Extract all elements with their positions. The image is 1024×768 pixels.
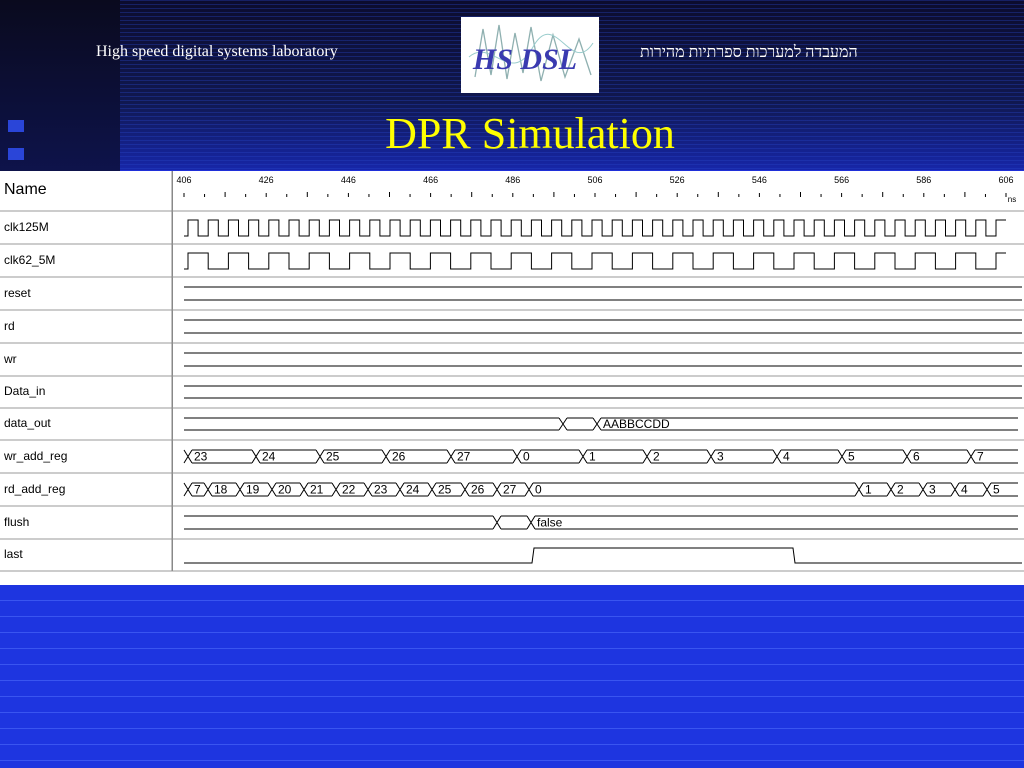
waveform-last (184, 547, 1022, 564)
bus-value-wr_add_reg: 26 (392, 450, 406, 464)
bus-rd_add_reg-transition (854, 482, 864, 497)
bus-rd_add_reg-transition (331, 482, 341, 497)
bus-data_out-transition (558, 417, 568, 431)
time-tick-label: 426 (259, 175, 274, 185)
bus-value-rd_add_reg: 7 (194, 483, 201, 497)
waveform-window: Name clk125M clk62_5M reset rd wr Data_in data_… (0, 171, 1024, 585)
bus-value-flush: false (537, 516, 563, 530)
bus-value-rd_add_reg: 26 (471, 483, 485, 497)
waveform-clk125m (184, 219, 1006, 237)
bus-rd_add_reg-transition (183, 482, 193, 497)
bus-wr_add_reg-transition (902, 449, 912, 464)
logo-text: HS DSL (472, 43, 577, 76)
time-unit-label: ns (1008, 195, 1016, 204)
bus-rd_add_reg-transition (395, 482, 405, 497)
bus-wr_add_reg-segment (715, 449, 773, 464)
waveform-clk62_5m (184, 252, 1006, 270)
bus-rd_add_reg-transition (918, 482, 928, 497)
bus-rd_add_reg-transition (235, 482, 245, 497)
footer-stripes (0, 585, 1024, 768)
bus-rd_add_reg-segment (533, 482, 855, 497)
bus-value-wr_add_reg: 7 (977, 450, 984, 464)
waveform-plot: 406 426 446 466 486 506 526 546 566 586 606nsAABBC… (0, 171, 1024, 572)
bus-value-rd_add_reg: 0 (535, 483, 542, 497)
bus-value-rd_add_reg: 22 (342, 483, 356, 497)
bus-wr_add_reg-transition (315, 449, 325, 464)
bus-wr_add_reg-transition (578, 449, 588, 464)
bus-value-rd_add_reg: 19 (246, 483, 260, 497)
bus-value-rd_add_reg: 20 (278, 483, 292, 497)
slide-title: DPR Simulation (385, 109, 675, 158)
bus-value-wr_add_reg: 0 (523, 450, 530, 464)
time-tick-label: 546 (752, 175, 767, 185)
bus-wr_add_reg-transition (381, 449, 391, 464)
bus-rd_add_reg-transition (886, 482, 896, 497)
bus-value-rd_add_reg: 24 (406, 483, 420, 497)
bus-wr_add_reg-transition (706, 449, 716, 464)
bus-value-rd_add_reg: 27 (503, 483, 517, 497)
bus-wr_add_reg-transition (446, 449, 456, 464)
bus-rd_add_reg-transition (203, 482, 213, 497)
bus-flush-segment (501, 515, 527, 530)
bus-value-data_out: AABBCCDD (603, 417, 670, 431)
bus-flush-segment (184, 515, 493, 530)
bus-value-rd_add_reg: 18 (214, 483, 228, 497)
bus-value-wr_add_reg: 23 (194, 450, 208, 464)
bus-value-wr_add_reg: 27 (457, 450, 471, 464)
time-tick-label: 526 (670, 175, 685, 185)
bus-rd_add_reg-transition (299, 482, 309, 497)
bus-wr_add_reg-transition (512, 449, 522, 464)
bus-rd_add_reg-transition (460, 482, 470, 497)
bus-wr_add_reg-transition (642, 449, 652, 464)
bus-wr_add_reg-transition (966, 449, 976, 464)
bus-value-rd_add_reg: 1 (865, 483, 872, 497)
bus-wr_add_reg-transition (837, 449, 847, 464)
bus-value-wr_add_reg: 6 (913, 450, 920, 464)
time-tick-label: 486 (505, 175, 520, 185)
bus-wr_add_reg-transition (772, 449, 782, 464)
bus-value-wr_add_reg: 25 (326, 450, 340, 464)
bus-value-rd_add_reg: 2 (897, 483, 904, 497)
bus-flush-transition (492, 515, 502, 530)
time-tick-label: 586 (916, 175, 931, 185)
bus-value-rd_add_reg: 4 (961, 483, 968, 497)
bus-value-wr_add_reg: 3 (717, 450, 724, 464)
time-tick-label: 446 (341, 175, 356, 185)
bus-flush-transition (526, 515, 536, 530)
bus-value-wr_add_reg: 5 (848, 450, 855, 464)
bus-data_out-segment (184, 417, 559, 431)
bus-wr_add_reg-segment (521, 449, 579, 464)
bus-rd_add_reg-transition (524, 482, 534, 497)
bus-value-rd_add_reg: 23 (374, 483, 388, 497)
bus-wr_add_reg-transition (183, 449, 193, 464)
bus-rd_add_reg-transition (950, 482, 960, 497)
bus-rd_add_reg-transition (267, 482, 277, 497)
bus-wr_add_reg-transition (251, 449, 261, 464)
bus-data_out-segment (567, 417, 593, 431)
bus-value-rd_add_reg: 3 (929, 483, 936, 497)
bus-rd_add_reg-transition (982, 482, 992, 497)
time-tick-label: 466 (423, 175, 438, 185)
hs-dsl-logo: HS DSL (461, 17, 599, 93)
bus-value-wr_add_reg: 2 (653, 450, 660, 464)
bus-value-rd_add_reg: 25 (438, 483, 452, 497)
bus-rd_add_reg-transition (427, 482, 437, 497)
bus-rd_add_reg-transition (492, 482, 502, 497)
time-tick-label: 606 (998, 175, 1013, 185)
bus-data_out-transition (592, 417, 602, 431)
bus-rd_add_reg-transition (363, 482, 373, 497)
bus-value-rd_add_reg: 21 (310, 483, 324, 497)
time-tick-label: 506 (587, 175, 602, 185)
time-tick-label: 406 (176, 175, 191, 185)
bus-value-wr_add_reg: 1 (589, 450, 596, 464)
lab-name: High speed digital systems laboratory (96, 43, 338, 60)
bus-value-wr_add_reg: 4 (783, 450, 790, 464)
time-tick-label: 566 (834, 175, 849, 185)
bus-value-rd_add_reg: 5 (993, 483, 1000, 497)
lab-name-hebrew: המעבדה למערכות ספרתיות מהירות (640, 44, 858, 61)
bus-value-wr_add_reg: 24 (262, 450, 276, 464)
bus-flush-segment (535, 515, 1018, 530)
